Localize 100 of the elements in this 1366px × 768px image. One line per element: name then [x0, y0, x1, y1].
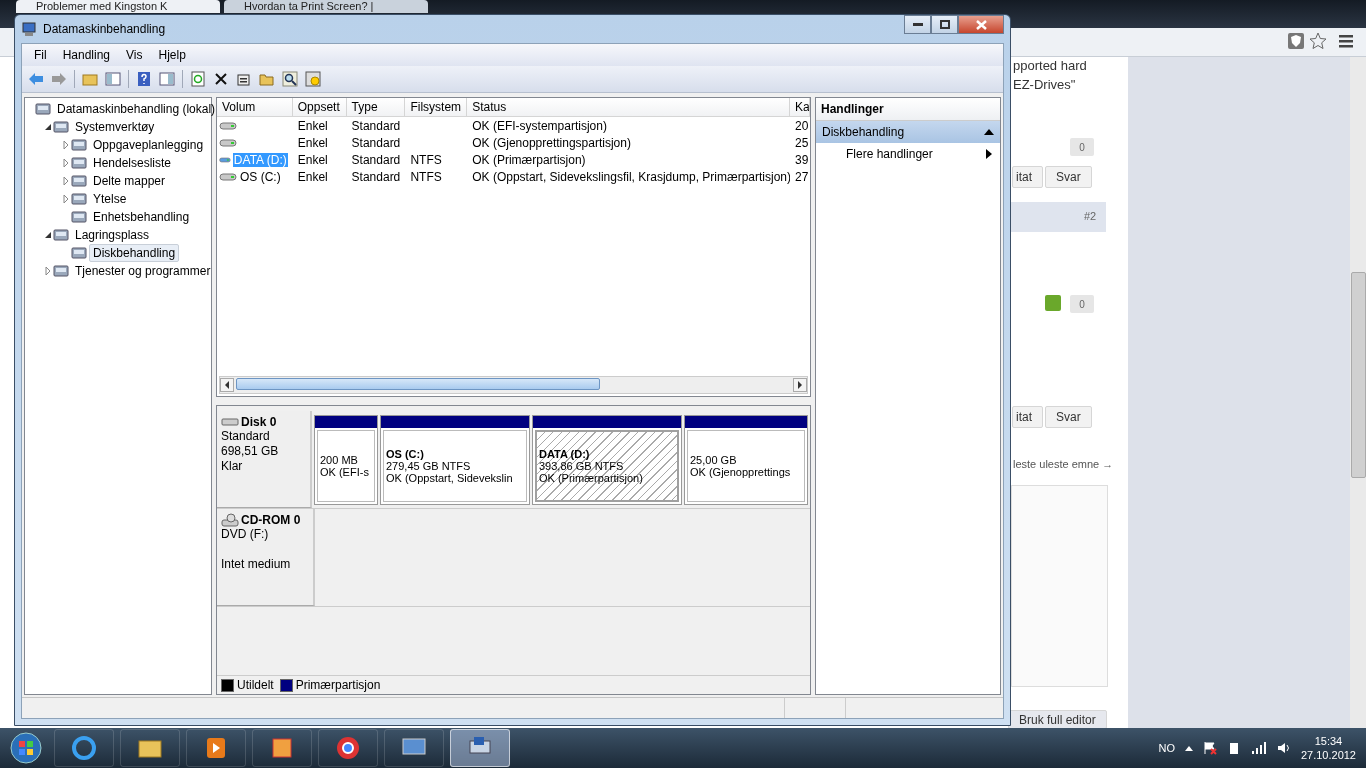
- table-cell: OK (Oppstart, Sidevekslingsfil, Krasjdump, Primærpartisjon): [472, 169, 791, 184]
- minimize-button[interactable]: [904, 15, 931, 34]
- partition-size: 25,00 GB: [690, 454, 738, 466]
- table-cell: Standard: [351, 169, 401, 184]
- window-title: Datamaskinbehandling: [43, 22, 167, 36]
- tray-arrow-icon[interactable]: [1184, 745, 1193, 751]
- tree-item[interactable]: Diskbehandling: [89, 244, 180, 262]
- column-header[interactable]: Type: [346, 98, 406, 116]
- delete-icon: [214, 72, 228, 86]
- column-header[interactable]: Filsystem: [405, 98, 468, 116]
- expand-arrow-icon[interactable]: [43, 266, 53, 276]
- partition-size: 393,86 GB NTFS: [539, 460, 625, 472]
- app-icon: [70, 735, 98, 761]
- tree-item[interactable]: Delte mapper: [89, 172, 170, 190]
- partition-bar: [315, 416, 377, 428]
- search-icon: [282, 71, 298, 87]
- drive-icon: [219, 154, 231, 165]
- star-icon[interactable]: [1309, 32, 1327, 50]
- scrollbar-thumb[interactable]: [1351, 272, 1366, 478]
- cd-drive-icon: [221, 513, 239, 527]
- expand-arrow-icon[interactable]: [61, 176, 71, 186]
- tree-item[interactable]: Tjenester og programmer: [71, 262, 215, 280]
- tree-item[interactable]: Enhetsbehandling: [89, 208, 194, 226]
- menu-icon[interactable]: [1338, 33, 1354, 49]
- tree-item[interactable]: Datamaskinbehandling (lokal): [53, 100, 220, 118]
- tree-item[interactable]: Ytelse: [89, 190, 131, 208]
- taskbar-app[interactable]: [54, 729, 114, 767]
- search-button[interactable]: [280, 69, 300, 89]
- right-arrow-icon: [797, 381, 803, 389]
- browser-tab[interactable]: Hvordan ta Print Screen? |: [224, 0, 428, 13]
- maximize-button[interactable]: [931, 15, 958, 34]
- menu-item[interactable]: Hjelp: [150, 46, 194, 64]
- expand-arrow-icon[interactable]: [61, 158, 71, 168]
- post-number: #2: [1084, 210, 1097, 222]
- disk-drive-icon: [221, 417, 239, 427]
- partition-block[interactable]: 200 MB OK (EFI-s: [314, 415, 378, 505]
- taskbar-app[interactable]: [318, 729, 378, 767]
- legend-label: Utildelt: [237, 678, 274, 692]
- close-button[interactable]: [958, 15, 1004, 34]
- disk-name: Disk 0: [241, 415, 277, 429]
- action-item[interactable]: Flere handlinger: [816, 143, 1000, 165]
- actions-section[interactable]: Diskbehandling: [816, 121, 1000, 143]
- post-button[interactable]: itat: [1012, 166, 1043, 188]
- column-header[interactable]: Ka: [790, 98, 810, 116]
- taskbar-app[interactable]: [450, 729, 510, 767]
- browser-tab[interactable]: Problemer med Kingston K: [16, 0, 220, 13]
- collapse-arrow-icon[interactable]: [43, 122, 53, 132]
- table-cell: Enkel: [297, 118, 328, 133]
- taskbar-app[interactable]: [186, 729, 246, 767]
- tree-item-icon: [71, 173, 87, 189]
- partition-block[interactable]: DATA (D:) 393,86 GB NTFS OK (Primærpartisjon): [532, 415, 682, 505]
- expand-arrow-icon[interactable]: [61, 140, 71, 150]
- left-arrow-icon: [224, 381, 230, 389]
- post-text: pported hard: [1013, 58, 1087, 73]
- menu-item[interactable]: Fil: [26, 46, 55, 64]
- table-cell: OK (Gjenopprettingspartisjon): [472, 135, 631, 150]
- tree-item[interactable]: Oppgaveplanlegging: [89, 136, 208, 154]
- tree-item-icon: [71, 137, 87, 153]
- clock-date[interactable]: 27.10.2012: [1300, 748, 1356, 762]
- menu-item[interactable]: Vis: [118, 46, 151, 64]
- tree-item[interactable]: Systemverktøy: [71, 118, 159, 136]
- table-cell: NTFS: [410, 169, 442, 184]
- expand-arrow-icon[interactable]: [61, 194, 71, 204]
- scrollbar-thumb[interactable]: [236, 378, 600, 390]
- horizontal-scrollbar[interactable]: [219, 376, 808, 394]
- language-indicator[interactable]: NO: [1158, 742, 1175, 754]
- column-header[interactable]: Volum: [217, 98, 293, 116]
- post-button[interactable]: itat: [1012, 406, 1043, 428]
- tree-item-icon: [53, 119, 69, 135]
- partition-block[interactable]: OS (C:) 279,45 GB NTFS OK (Oppstart, Sidevekslin: [380, 415, 530, 505]
- signal-icon[interactable]: [1250, 742, 1267, 754]
- collapse-arrow-icon[interactable]: [43, 230, 53, 240]
- toolbar-button[interactable]: [103, 69, 123, 89]
- taskbar-app[interactable]: [384, 729, 444, 767]
- tree-item[interactable]: Hendelsesliste: [89, 154, 176, 172]
- column-header[interactable]: Oppsett: [292, 98, 347, 116]
- post-button[interactable]: Svar: [1045, 166, 1092, 188]
- scroll-right-button[interactable]: [793, 378, 807, 392]
- menu-item[interactable]: Handling: [54, 46, 119, 64]
- clock-time[interactable]: 15:34: [1314, 734, 1343, 748]
- column-header[interactable]: Status: [467, 98, 791, 116]
- disk-info: Klar: [221, 459, 244, 474]
- tree-item[interactable]: Lagringsplass: [71, 226, 154, 244]
- post-button[interactable]: Svar: [1045, 406, 1092, 428]
- vote-count: 0: [1070, 138, 1094, 156]
- partition-block[interactable]: 25,00 GB OK (Gjenopprettings: [684, 415, 808, 505]
- tree-item-icon: [35, 101, 51, 117]
- toolbar-button[interactable]: [157, 69, 177, 89]
- nav-link[interactable]: leste uleste emne →: [1013, 458, 1114, 470]
- flag-icon[interactable]: [1202, 741, 1217, 755]
- table-cell: NTFS: [410, 152, 442, 167]
- volume-icon[interactable]: [1276, 742, 1291, 754]
- properties-icon: [236, 72, 252, 86]
- submenu-arrow-icon: [986, 149, 992, 159]
- volume-cell[interactable]: OS (C:): [239, 169, 282, 184]
- scroll-left-button[interactable]: [220, 378, 234, 392]
- table-cell: Standard: [351, 118, 401, 133]
- shield-icon[interactable]: [1287, 32, 1305, 50]
- taskbar-app[interactable]: [252, 729, 312, 767]
- taskbar-app[interactable]: [120, 729, 180, 767]
